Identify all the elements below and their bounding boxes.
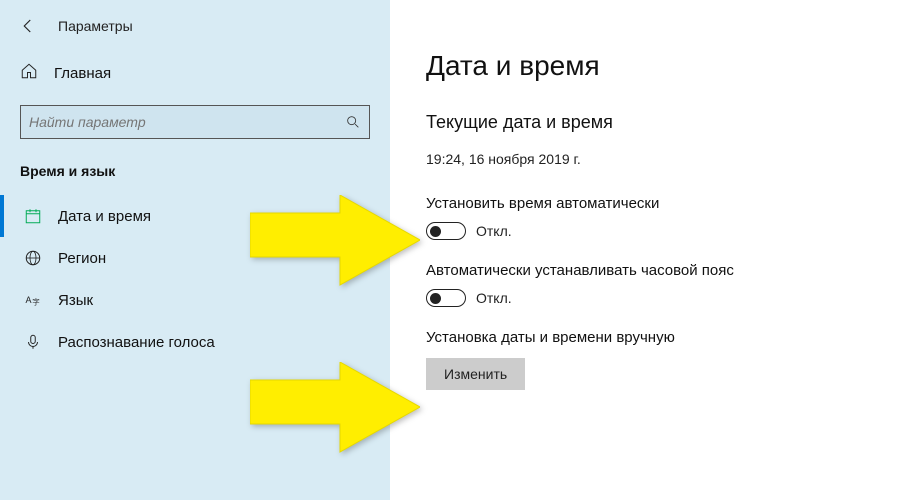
sidebar-item-label: Язык <box>58 292 93 309</box>
auto-time-toggle-row: Откл. <box>426 222 880 240</box>
change-button[interactable]: Изменить <box>426 358 525 390</box>
auto-time-toggle[interactable] <box>426 222 466 240</box>
current-datetime-heading: Текущие дата и время <box>426 112 880 133</box>
search-container <box>0 95 390 149</box>
home-icon <box>20 62 38 85</box>
auto-time-state: Откл. <box>476 223 512 239</box>
manual-label: Установка даты и времени вручную <box>426 329 880 346</box>
language-icon: A字 <box>24 291 42 309</box>
search-input[interactable] <box>29 114 345 130</box>
globe-icon <box>24 249 42 267</box>
annotation-arrow-icon <box>250 362 420 472</box>
auto-zone-state: Откл. <box>476 290 512 306</box>
annotation-arrow-icon <box>250 195 420 305</box>
microphone-icon <box>24 333 42 351</box>
page-title: Дата и время <box>426 50 880 82</box>
sidebar-item-label: Главная <box>54 65 111 82</box>
auto-zone-label: Автоматически устанавливать часовой пояс <box>426 262 880 279</box>
current-datetime-value: 19:24, 16 ноября 2019 г. <box>426 151 880 167</box>
search-icon <box>345 114 361 130</box>
sidebar-item-home[interactable]: Главная <box>0 52 390 95</box>
back-button[interactable] <box>16 14 40 38</box>
content-panel: Дата и время Текущие дата и время 19:24,… <box>390 0 900 500</box>
auto-zone-toggle[interactable] <box>426 289 466 307</box>
section-title: Время и язык <box>0 149 390 189</box>
auto-time-label: Установить время автоматически <box>426 195 880 212</box>
arrow-left-icon <box>19 17 37 35</box>
search-box[interactable] <box>20 105 370 139</box>
header-title: Параметры <box>58 18 133 34</box>
svg-text:A: A <box>26 295 32 305</box>
header-row: Параметры <box>0 14 390 52</box>
toggle-knob <box>430 293 441 304</box>
auto-zone-block: Автоматически устанавливать часовой пояс… <box>426 262 880 307</box>
toggle-knob <box>430 226 441 237</box>
auto-zone-toggle-row: Откл. <box>426 289 880 307</box>
calendar-icon <box>24 207 42 225</box>
sidebar-item-label: Регион <box>58 250 106 267</box>
auto-time-block: Установить время автоматически Откл. <box>426 195 880 240</box>
sidebar-item-label: Распознавание голоса <box>58 334 215 351</box>
svg-text:字: 字 <box>32 297 40 307</box>
sidebar-item-label: Дата и время <box>58 208 151 225</box>
sidebar-item-speech[interactable]: Распознавание голоса <box>0 321 390 363</box>
settings-window: Параметры Главная Время и язык Дата и <box>0 0 900 500</box>
